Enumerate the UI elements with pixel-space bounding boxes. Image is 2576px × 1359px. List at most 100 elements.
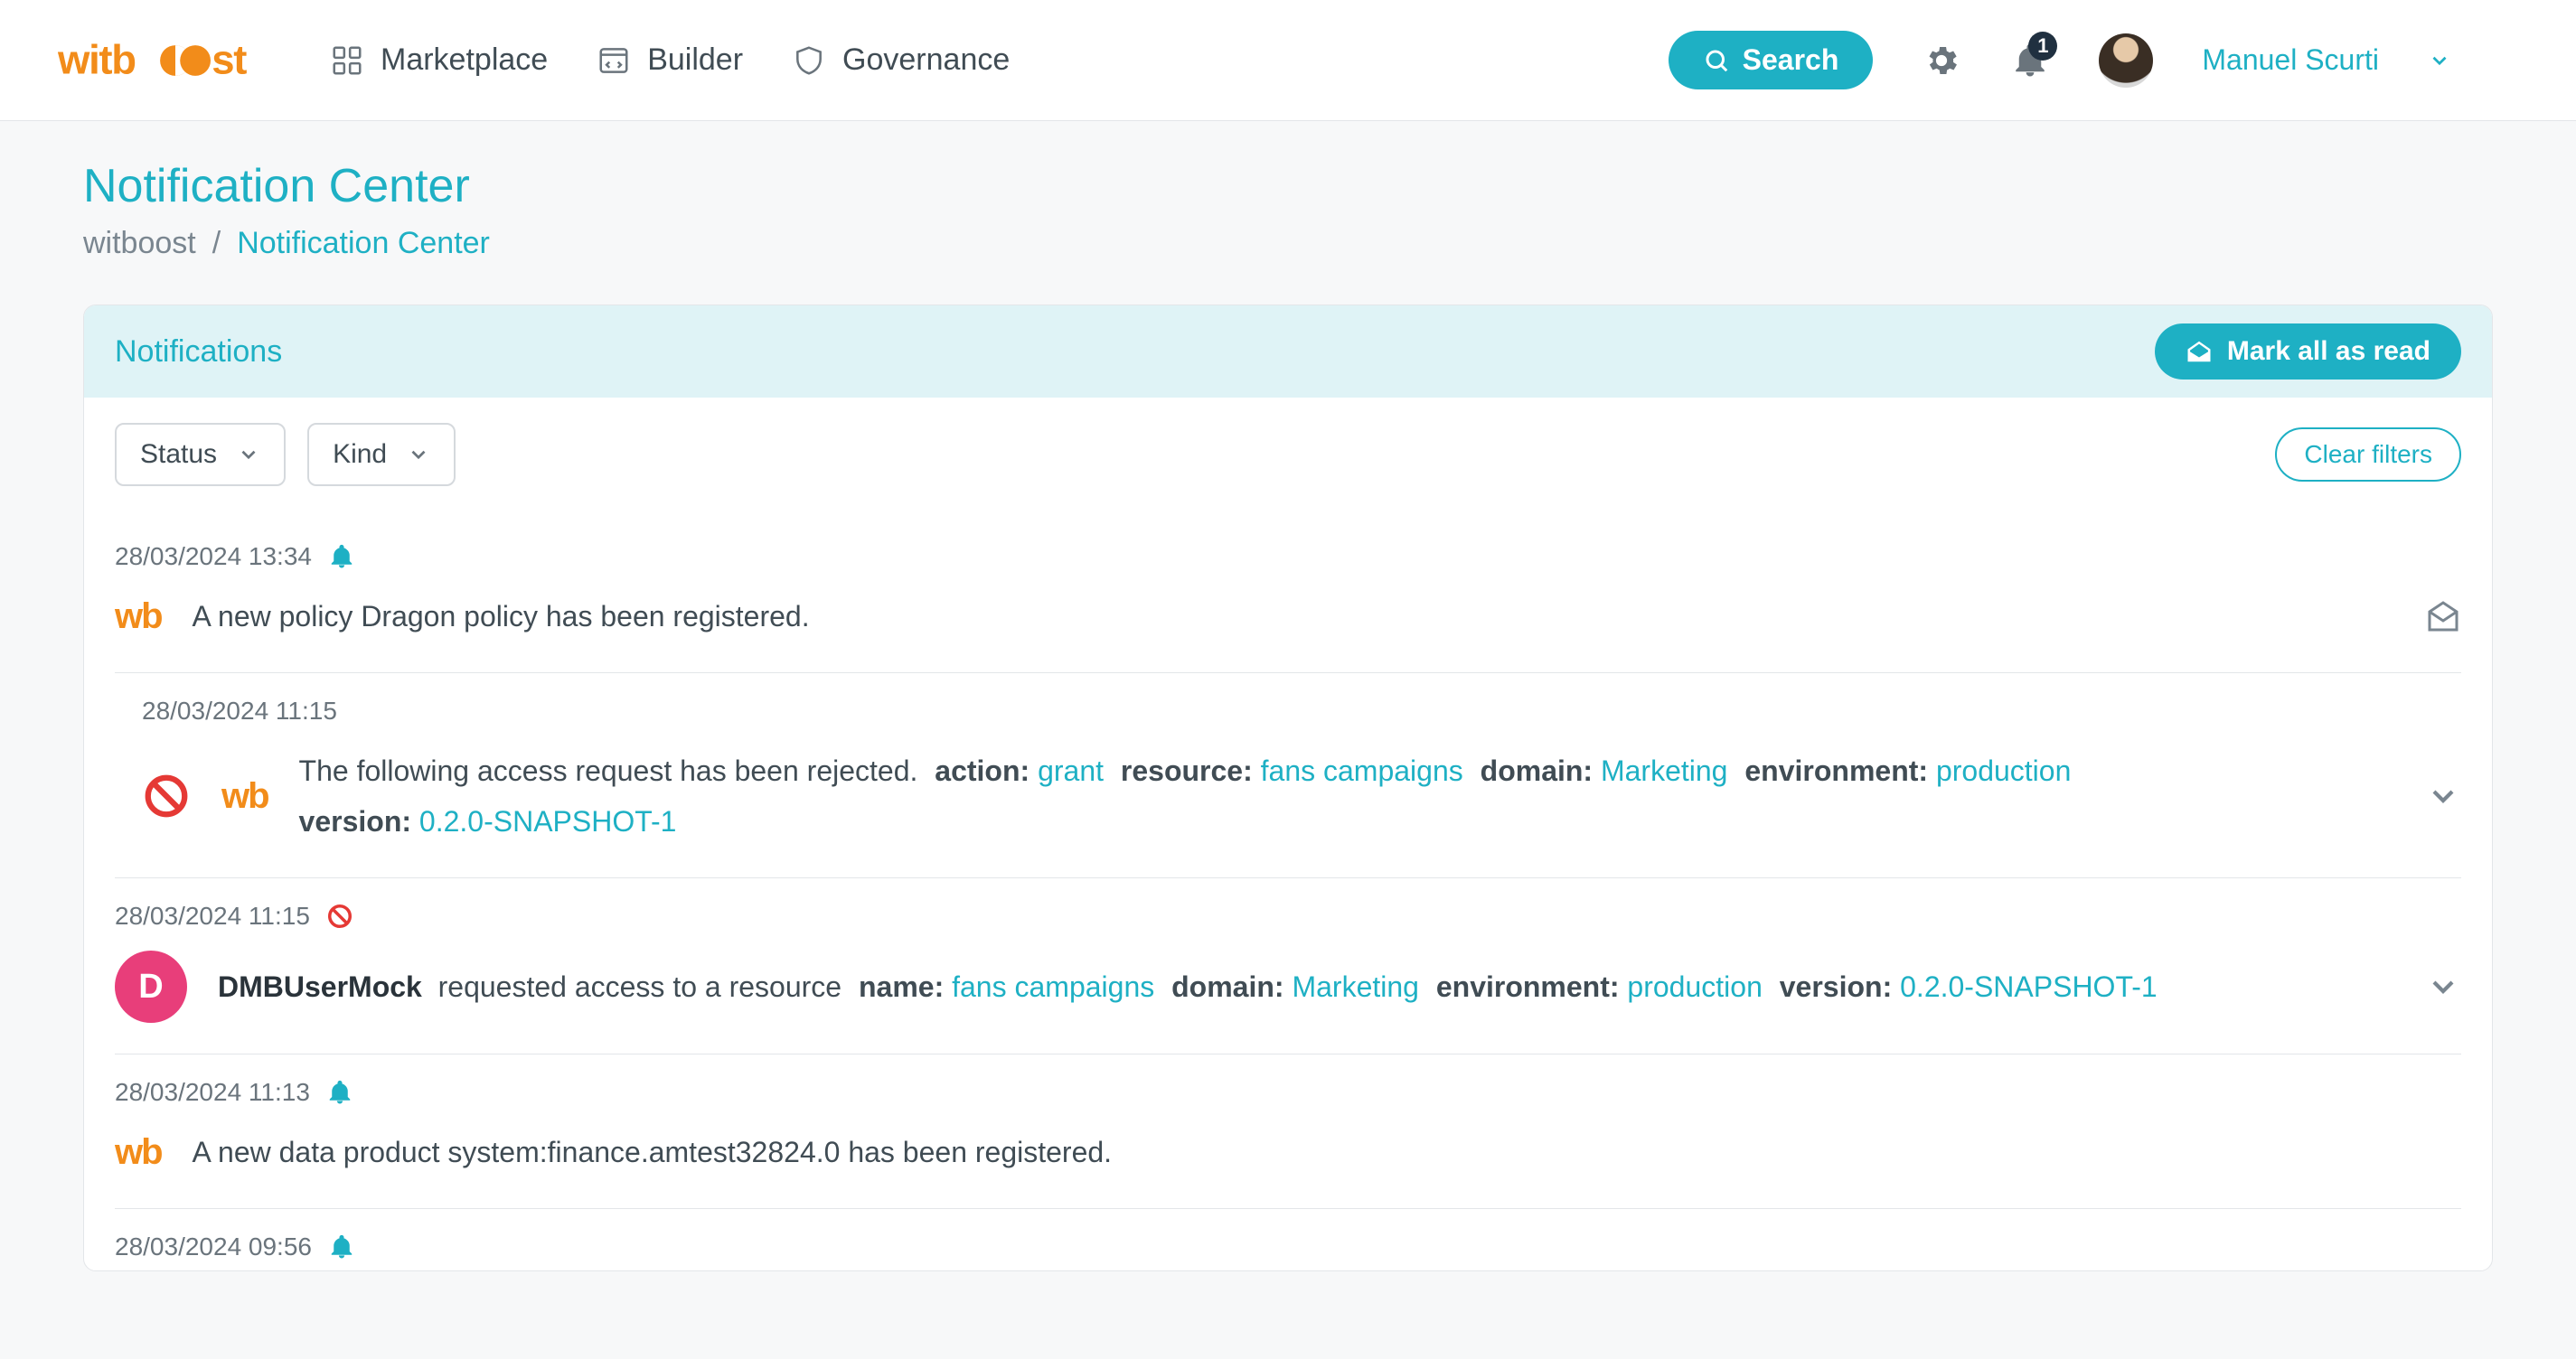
filter-bar: Status Kind Clear filters [84, 398, 2492, 519]
notification-timestamp: 28/03/2024 13:34 [115, 542, 312, 571]
primary-nav: Marketplace Builder Governance [330, 42, 1010, 78]
kv-key: environment: [1744, 754, 1928, 787]
notification-timestamp: 28/03/2024 11:13 [115, 1078, 310, 1107]
notifications-card: Notifications Mark all as read Status Ki… [83, 305, 2493, 1271]
expand-icon[interactable] [2425, 778, 2461, 814]
wb-badge-text: wb [115, 1132, 162, 1173]
nav-governance-label: Governance [842, 42, 1010, 78]
notification-timestamp: 28/03/2024 09:56 [115, 1232, 312, 1261]
user-menu[interactable]: Manuel Scurti [2202, 43, 2379, 77]
search-button[interactable]: Search [1669, 31, 1874, 89]
clear-filters-button[interactable]: Clear filters [2275, 427, 2461, 482]
card-header: Notifications Mark all as read [84, 305, 2492, 398]
shield-icon [792, 43, 826, 78]
notification-meta: 28/03/2024 13:34 [115, 542, 2461, 571]
wb-badge-text: wb [221, 776, 268, 817]
source-badge: wb [115, 1132, 162, 1173]
notification-count-badge: 1 [2028, 32, 2057, 61]
kv-val: production [1936, 754, 2071, 787]
gear-icon [1923, 42, 1960, 80]
chevron-down-icon [407, 443, 430, 466]
notification-meta: 28/03/2024 09:56 [115, 1232, 2461, 1261]
notification-text: DMBUserMock requested access to a resour… [218, 961, 2461, 1012]
user-avatar-badge: D [115, 951, 187, 1023]
prohibited-icon [142, 772, 191, 820]
filter-kind[interactable]: Kind [307, 423, 456, 486]
notification-item: 28/03/2024 13:34 wb A new policy Dragon … [115, 519, 2461, 673]
nav-marketplace-label: Marketplace [381, 42, 548, 78]
mark-all-read-label: Mark all as read [2227, 336, 2430, 367]
mark-all-read-button[interactable]: Mark all as read [2155, 323, 2461, 380]
notification-item: 28/03/2024 11:15 D DMBUserMock requested… [115, 878, 2461, 1054]
prohibited-icon [326, 903, 353, 930]
notification-item: 28/03/2024 09:56 [115, 1209, 2461, 1270]
notification-meta: 28/03/2024 11:15 [115, 697, 2461, 726]
notification-item: 28/03/2024 11:15 wb The following access… [115, 673, 2461, 878]
source-badge: wb [221, 776, 268, 817]
kv-val: production [1627, 970, 1762, 1003]
code-window-icon [597, 43, 631, 78]
notification-text: The following access request has been re… [299, 745, 2461, 847]
kv-key: version: [299, 805, 411, 838]
grid-icon [330, 43, 364, 78]
kv-val: 0.2.0-SNAPSHOT-1 [419, 805, 677, 838]
notification-item: 28/03/2024 11:13 wb A new data product s… [115, 1054, 2461, 1209]
bell-icon [328, 543, 355, 570]
kv-val: fans campaigns [952, 970, 1154, 1003]
nav-builder[interactable]: Builder [597, 42, 743, 78]
bell-icon [328, 1233, 355, 1261]
breadcrumb: witboost / Notification Center [83, 226, 2493, 261]
notification-list: 28/03/2024 13:34 wb A new policy Dragon … [84, 519, 2492, 1270]
kv-key: version: [1780, 970, 1892, 1003]
notification-lead: requested access to a resource [438, 970, 841, 1003]
kv-val: fans campaigns [1261, 754, 1463, 787]
filter-kind-label: Kind [333, 439, 387, 470]
nav-governance[interactable]: Governance [792, 42, 1010, 78]
top-nav: witb st Marketplace Builder Gov [0, 0, 2576, 121]
card-title: Notifications [115, 334, 282, 370]
svg-text:st: st [212, 37, 247, 82]
avatar[interactable] [2099, 33, 2153, 88]
kv-key: action: [935, 754, 1029, 787]
filter-status[interactable]: Status [115, 423, 286, 486]
app-logo[interactable]: witb st [58, 37, 281, 84]
witboost-logo-icon: witb st [58, 37, 281, 84]
search-icon [1703, 47, 1730, 74]
breadcrumb-sep: / [212, 226, 221, 261]
kv-key: domain: [1481, 754, 1593, 787]
settings-button[interactable] [1922, 41, 1961, 80]
svg-text:witb: witb [58, 37, 136, 82]
source-badge: wb [115, 596, 162, 637]
nav-marketplace[interactable]: Marketplace [330, 42, 548, 78]
notification-meta: 28/03/2024 11:13 [115, 1078, 2461, 1107]
mark-read-icon[interactable] [2425, 598, 2461, 634]
expand-icon[interactable] [2425, 969, 2461, 1005]
kv-key: name: [859, 970, 944, 1003]
notification-text: A new data product system:finance.amtest… [193, 1127, 2461, 1177]
notification-meta: 28/03/2024 11:15 [115, 902, 2461, 931]
breadcrumb-root[interactable]: witboost [83, 226, 196, 261]
chevron-down-icon[interactable] [2428, 49, 2451, 72]
wb-badge-text: wb [115, 596, 162, 637]
chevron-down-icon [237, 443, 260, 466]
bell-icon [326, 1079, 353, 1106]
notification-timestamp: 28/03/2024 11:15 [142, 697, 337, 726]
nav-builder-label: Builder [647, 42, 743, 78]
notifications-button[interactable]: 1 [2010, 41, 2050, 80]
search-label: Search [1743, 43, 1839, 77]
page: Notification Center witboost / Notificat… [0, 121, 2576, 1271]
kv-val: Marketing [1601, 754, 1728, 787]
notification-timestamp: 28/03/2024 11:15 [115, 902, 310, 931]
notification-lead: The following access request has been re… [299, 754, 918, 787]
actor-name: DMBUserMock [218, 970, 422, 1003]
mail-open-icon [2186, 338, 2213, 365]
notification-text: A new policy Dragon policy has been regi… [193, 591, 2461, 642]
kv-key: domain: [1171, 970, 1283, 1003]
breadcrumb-current: Notification Center [237, 226, 490, 261]
kv-key: resource: [1121, 754, 1253, 787]
filter-status-label: Status [140, 439, 217, 470]
kv-key: environment: [1436, 970, 1620, 1003]
kv-val: 0.2.0-SNAPSHOT-1 [1900, 970, 2158, 1003]
kv-val: Marketing [1292, 970, 1419, 1003]
page-title: Notification Center [83, 159, 2493, 213]
